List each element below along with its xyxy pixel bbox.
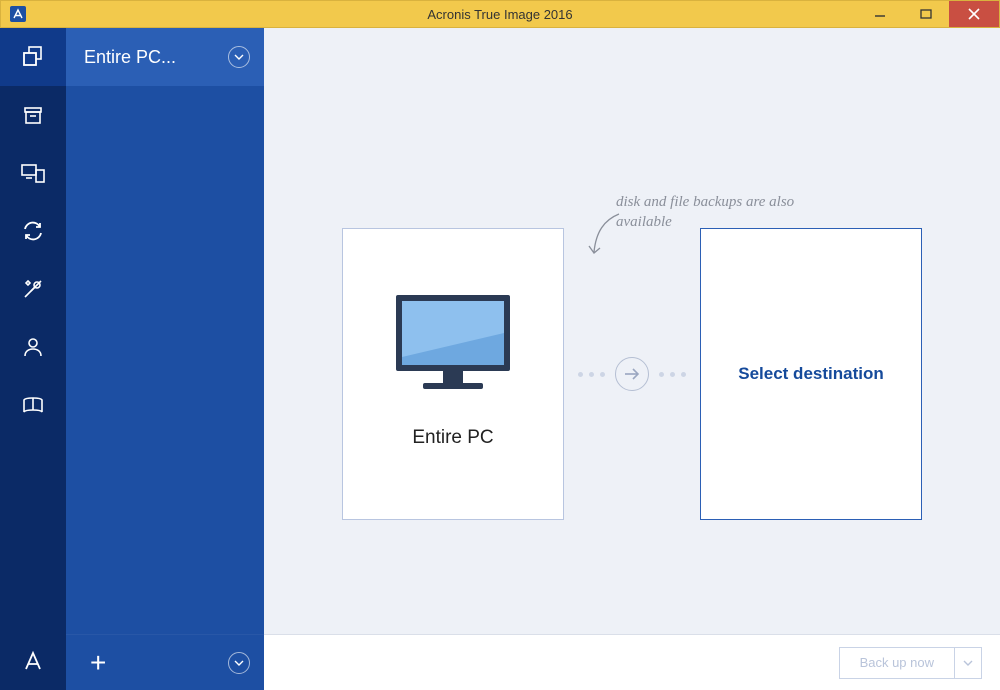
footer-bar: Back up now — [264, 634, 1000, 690]
destination-card-label: Select destination — [738, 361, 883, 387]
backup-selected-label: Entire PC... — [84, 47, 176, 68]
window-close-button[interactable] — [949, 1, 999, 27]
window-titlebar: Acronis True Image 2016 — [0, 0, 1000, 28]
app-icon — [9, 5, 27, 23]
nav-backup-icon[interactable] — [0, 28, 66, 86]
pc-monitor-icon — [388, 289, 518, 399]
nav-sync-icon[interactable] — [0, 202, 66, 260]
nav-acronis-logo-icon[interactable] — [0, 632, 66, 690]
window-title: Acronis True Image 2016 — [427, 7, 572, 22]
nav-sync-devices-icon[interactable] — [0, 144, 66, 202]
chevron-down-icon[interactable] — [228, 46, 250, 68]
nav-archive-icon[interactable] — [0, 86, 66, 144]
hint-text: disk and file backups are also available — [616, 193, 836, 232]
nav-account-icon[interactable] — [0, 318, 66, 376]
window-maximize-button[interactable] — [903, 1, 949, 27]
arrow-right-icon — [615, 357, 649, 391]
backup-now-label: Back up now — [840, 648, 955, 678]
backup-list-selected-item[interactable]: Entire PC... — [66, 28, 264, 86]
backup-destination-card[interactable]: Select destination — [700, 228, 922, 520]
nav-icon-strip — [0, 28, 66, 690]
backup-now-button[interactable]: Back up now — [839, 647, 982, 679]
flow-arrow-separator — [578, 357, 686, 391]
window-minimize-button[interactable] — [857, 1, 903, 27]
backup-list-panel: Entire PC... + — [66, 28, 264, 690]
chevron-down-icon[interactable] — [228, 652, 250, 674]
add-backup-button[interactable]: + — [90, 647, 106, 679]
source-card-label: Entire PC — [412, 427, 493, 449]
backup-source-card[interactable]: Entire PC — [342, 228, 564, 520]
nav-tools-icon[interactable] — [0, 260, 66, 318]
chevron-down-icon[interactable] — [955, 648, 981, 678]
nav-help-icon[interactable] — [0, 376, 66, 434]
main-content: disk and file backups are also available — [264, 28, 1000, 690]
